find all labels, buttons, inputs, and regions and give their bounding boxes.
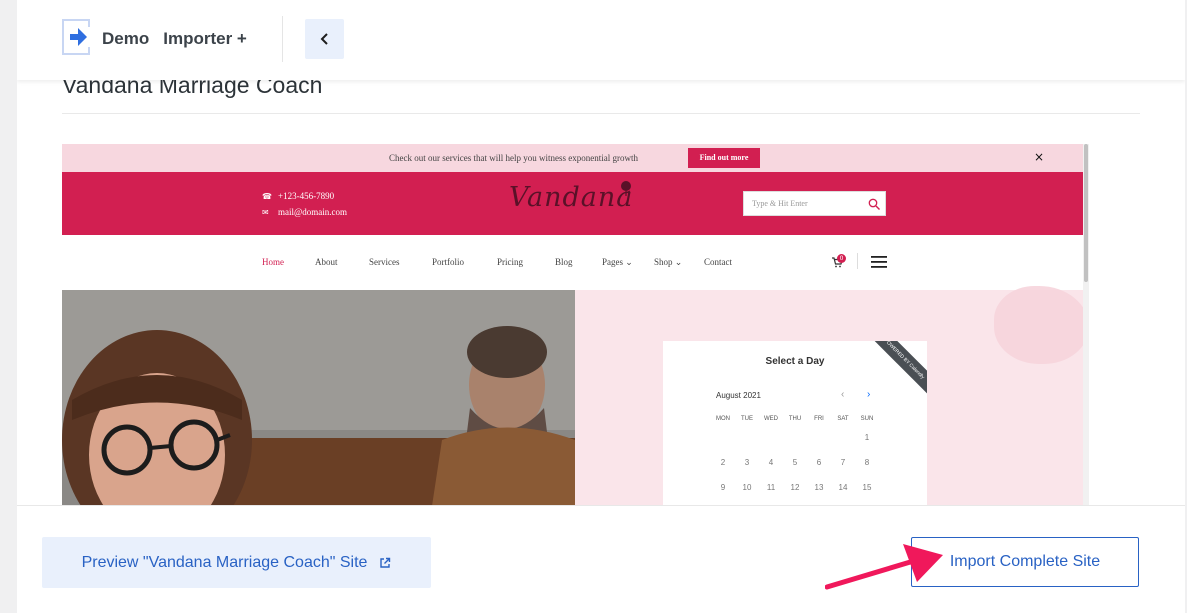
close-icon[interactable]: × [1034, 150, 1044, 164]
header: Demo Importer + [17, 0, 1185, 80]
title-divider [62, 113, 1140, 114]
phone-number: +123-456-7890 [278, 191, 335, 201]
nav-item-blog[interactable]: Blog [555, 257, 573, 267]
weekday-label: MON [716, 416, 730, 422]
weekday-label: THU [788, 416, 802, 422]
search-placeholder: Type & Hit Enter [752, 199, 808, 208]
phone-icon: ☎ [262, 192, 272, 201]
import-label: Import Complete Site [949, 553, 1101, 570]
weekday-label: SAT [837, 416, 849, 422]
hero-photo [62, 290, 575, 506]
header-divider [282, 16, 283, 62]
nav-divider [857, 253, 858, 269]
nav-item-shop[interactable]: Shop ⌄ [654, 257, 682, 268]
next-month-icon[interactable]: › [867, 389, 870, 400]
back-button[interactable] [305, 19, 344, 59]
topbar-message: Check out our services that will help yo… [389, 153, 638, 163]
nav-item-pricing[interactable]: Pricing [497, 257, 523, 267]
brand-word-importer: Importer + [163, 29, 247, 48]
cart-count-badge: 0 [837, 254, 846, 263]
weekday-label: SUN [860, 416, 874, 422]
calendar-day[interactable]: 5 [785, 458, 805, 467]
prev-month-icon[interactable]: ‹ [841, 389, 844, 400]
email-address: mail@domain.com [278, 207, 348, 217]
rose-icon [621, 181, 631, 196]
external-link-icon [380, 557, 391, 568]
calendar-day[interactable]: 13 [809, 483, 829, 492]
calendar-day[interactable]: 9 [713, 483, 733, 492]
nav-item-portfolio[interactable]: Portfolio [432, 257, 464, 267]
contact-phone: ☎ +123-456-7890 [262, 191, 334, 201]
preview-search-box[interactable]: Type & Hit Enter [743, 191, 886, 216]
preview-header: ☎ +123-456-7890 ✉ mail@domain.com Vandana … [62, 172, 1083, 235]
calendar-month: August 2021 [716, 391, 761, 400]
site-preview[interactable]: Check out our services that will help yo… [62, 144, 1088, 506]
brand-word-demo: Demo [102, 29, 150, 48]
decorative-blob [994, 286, 1088, 364]
calendar-day[interactable]: 10 [737, 483, 757, 492]
calendar-title: Select a Day [765, 356, 825, 367]
calendar-day[interactable]: 4 [761, 458, 781, 467]
preview-site-label: Preview "Vandana Marriage Coach" Site [81, 553, 368, 571]
calendar-day[interactable]: 7 [833, 458, 853, 467]
preview-nav: Home About Services Portfolio Pricing Bl… [62, 235, 1083, 290]
chevron-left-icon [320, 33, 328, 45]
nav-item-about[interactable]: About [315, 257, 338, 267]
nav-item-home[interactable]: Home [262, 257, 284, 267]
search-icon[interactable] [868, 198, 880, 210]
calendar-day[interactable]: 8 [857, 458, 877, 467]
nav-item-services[interactable]: Services [369, 257, 400, 267]
footer-actions: Preview "Vandana Marriage Coach" Site Im… [17, 505, 1185, 613]
contact-email: ✉ mail@domain.com [262, 207, 347, 217]
calendar-day[interactable]: 14 [833, 483, 853, 492]
couple-photo-image [62, 290, 575, 506]
find-out-more-button[interactable]: Find out more [688, 148, 760, 168]
weekday-label: TUE [741, 416, 753, 422]
app-brand: Demo Importer + [102, 29, 261, 49]
nav-item-pages[interactable]: Pages ⌄ [602, 257, 633, 268]
importer-panel: Demo Importer + Vandana Marriage Coach Ch… [17, 0, 1185, 613]
importer-logo-icon [62, 19, 90, 55]
calendly-widget[interactable]: POWERED BY Calendly Select a Day August … [663, 341, 927, 506]
weekday-label: FRI [814, 416, 824, 422]
nav-item-contact[interactable]: Contact [704, 257, 732, 267]
preview-topbar: Check out our services that will help yo… [62, 144, 1083, 172]
preview-scrollbar[interactable] [1083, 144, 1089, 506]
calendar-day[interactable]: 12 [785, 483, 805, 492]
hamburger-menu-icon[interactable] [871, 256, 887, 268]
mail-icon: ✉ [262, 208, 269, 217]
calendar-day[interactable]: 1 [857, 433, 877, 442]
site-logo[interactable]: Vandana [509, 182, 633, 213]
calendar-day[interactable]: 3 [737, 458, 757, 467]
calendar-day[interactable]: 11 [761, 483, 781, 492]
scrollbar-thumb[interactable] [1084, 144, 1088, 282]
preview-site-button[interactable]: Preview "Vandana Marriage Coach" Site [42, 537, 431, 588]
calendar-day[interactable]: 2 [713, 458, 733, 467]
annotation-arrow-icon [825, 544, 943, 590]
calendar-day[interactable]: 6 [809, 458, 829, 467]
calendly-ribbon: POWERED BY Calendly [866, 341, 927, 397]
calendar-day[interactable]: 15 [857, 483, 877, 492]
weekday-label: WED [764, 416, 778, 422]
